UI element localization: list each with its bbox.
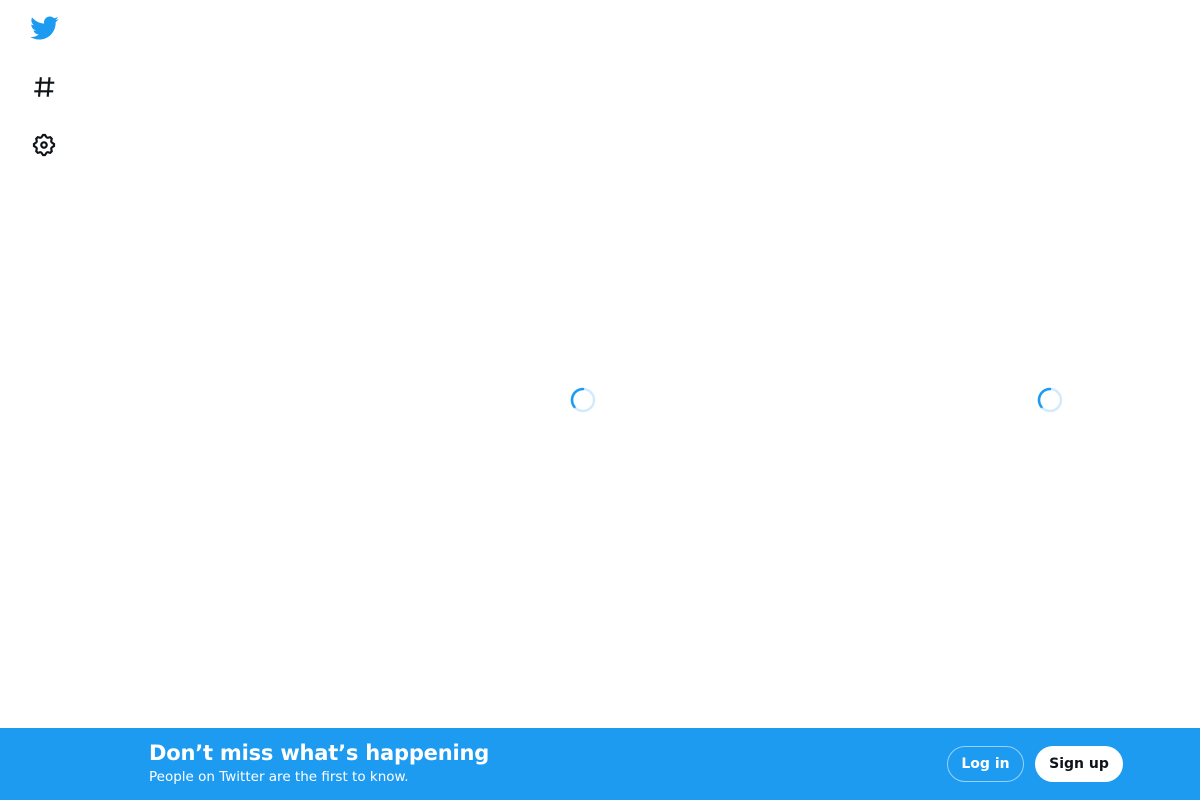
- twitter-page: Don’t miss what’s happening People on Tw…: [0, 0, 1200, 800]
- twitter-home-link[interactable]: [17, 1, 71, 55]
- signup-button[interactable]: Sign up: [1035, 746, 1123, 782]
- banner-text: Don’t miss what’s happening People on Tw…: [149, 738, 489, 786]
- login-button[interactable]: Log in: [947, 746, 1024, 782]
- hashtag-icon: [31, 74, 57, 100]
- banner-title: Don’t miss what’s happening: [149, 741, 490, 765]
- signup-banner: Don’t miss what’s happening People on Tw…: [0, 728, 1200, 800]
- sidebar-loading-spinner: [1037, 387, 1063, 413]
- banner-subtitle: People on Twitter are the first to know.: [149, 769, 409, 785]
- timeline-loading-spinner: [570, 387, 596, 413]
- twitter-bird-icon: [29, 13, 59, 43]
- explore-link[interactable]: [17, 60, 71, 114]
- left-nav: [0, 0, 88, 728]
- settings-link[interactable]: [17, 118, 71, 172]
- gear-icon: [31, 132, 57, 158]
